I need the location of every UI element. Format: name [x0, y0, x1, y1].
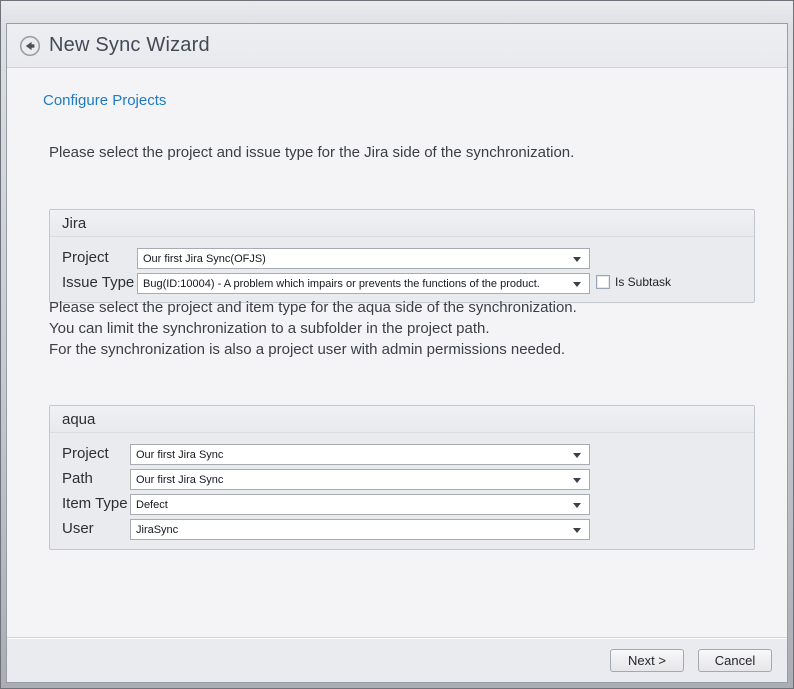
- aqua-groupbox-header: aqua: [50, 406, 754, 433]
- wizard-footer: Next > Cancel: [7, 637, 787, 682]
- chevron-down-icon: [573, 528, 581, 533]
- aqua-user-row: User JiraSync: [50, 519, 754, 540]
- chevron-down-icon: [573, 282, 581, 287]
- checkbox-icon: [596, 275, 610, 289]
- aqua-user-dropdown[interactable]: JiraSync: [130, 519, 590, 540]
- aqua-project-dropdown[interactable]: Our first Jira Sync: [130, 444, 590, 465]
- cancel-button[interactable]: Cancel: [698, 649, 772, 672]
- aqua-groupbox: aqua Project Our first Jira Sync Path Ou…: [49, 405, 755, 550]
- aqua-path-label: Path: [62, 470, 93, 487]
- aqua-groupbox-title: aqua: [62, 411, 95, 428]
- aqua-path-row: Path Our first Jira Sync: [50, 469, 754, 490]
- aqua-item-type-value: Defect: [136, 499, 168, 511]
- back-arrow-icon: [19, 35, 41, 57]
- chevron-down-icon: [573, 503, 581, 508]
- jira-project-value: Our first Jira Sync(OFJS): [143, 253, 266, 265]
- chevron-down-icon: [573, 478, 581, 483]
- next-button[interactable]: Next >: [610, 649, 684, 672]
- jira-instruction-text: Please select the project and issue type…: [49, 142, 574, 163]
- page-title: Configure Projects: [43, 92, 166, 109]
- aqua-project-row: Project Our first Jira Sync: [50, 444, 754, 465]
- is-subtask-checkbox[interactable]: Is Subtask: [596, 275, 671, 289]
- chevron-down-icon: [573, 453, 581, 458]
- aqua-item-type-row: Item Type Defect: [50, 494, 754, 515]
- wizard-panel: New Sync Wizard Configure Projects Pleas…: [6, 23, 788, 683]
- aqua-user-value: JiraSync: [136, 524, 178, 536]
- back-button[interactable]: [19, 35, 41, 57]
- jira-groupbox-header: Jira: [50, 210, 754, 237]
- jira-project-row: Project Our first Jira Sync(OFJS): [50, 248, 754, 269]
- jira-project-label: Project: [62, 249, 109, 266]
- jira-issue-type-dropdown[interactable]: Bug(ID:10004) - A problem which impairs …: [137, 273, 590, 294]
- is-subtask-label: Is Subtask: [615, 275, 671, 289]
- aqua-project-value: Our first Jira Sync: [136, 449, 223, 461]
- jira-issue-type-row: Issue Type Bug(ID:10004) - A problem whi…: [50, 273, 754, 294]
- aqua-instruction-line-1: Please select the project and item type …: [49, 297, 577, 318]
- aqua-project-label: Project: [62, 445, 109, 462]
- jira-groupbox: Jira Project Our first Jira Sync(OFJS) I…: [49, 209, 755, 303]
- aqua-item-type-dropdown[interactable]: Defect: [130, 494, 590, 515]
- aqua-instruction-text: Please select the project and item type …: [49, 297, 577, 360]
- jira-groupbox-title: Jira: [62, 215, 86, 232]
- aqua-user-label: User: [62, 520, 94, 537]
- wizard-header: New Sync Wizard: [7, 24, 787, 68]
- wizard-content: Configure Projects Please select the pro…: [7, 68, 787, 637]
- aqua-path-value: Our first Jira Sync: [136, 474, 223, 486]
- window-title: New Sync Wizard: [49, 34, 210, 57]
- aqua-path-dropdown[interactable]: Our first Jira Sync: [130, 469, 590, 490]
- chevron-down-icon: [573, 257, 581, 262]
- jira-issue-type-label: Issue Type: [62, 274, 134, 291]
- aqua-instruction-line-3: For the synchronization is also a projec…: [49, 339, 577, 360]
- jira-issue-type-value: Bug(ID:10004) - A problem which impairs …: [143, 278, 540, 290]
- new-sync-wizard-window: New Sync Wizard Configure Projects Pleas…: [0, 0, 794, 689]
- aqua-item-type-label: Item Type: [62, 495, 128, 512]
- jira-project-dropdown[interactable]: Our first Jira Sync(OFJS): [137, 248, 590, 269]
- aqua-instruction-line-2: You can limit the synchronization to a s…: [49, 318, 577, 339]
